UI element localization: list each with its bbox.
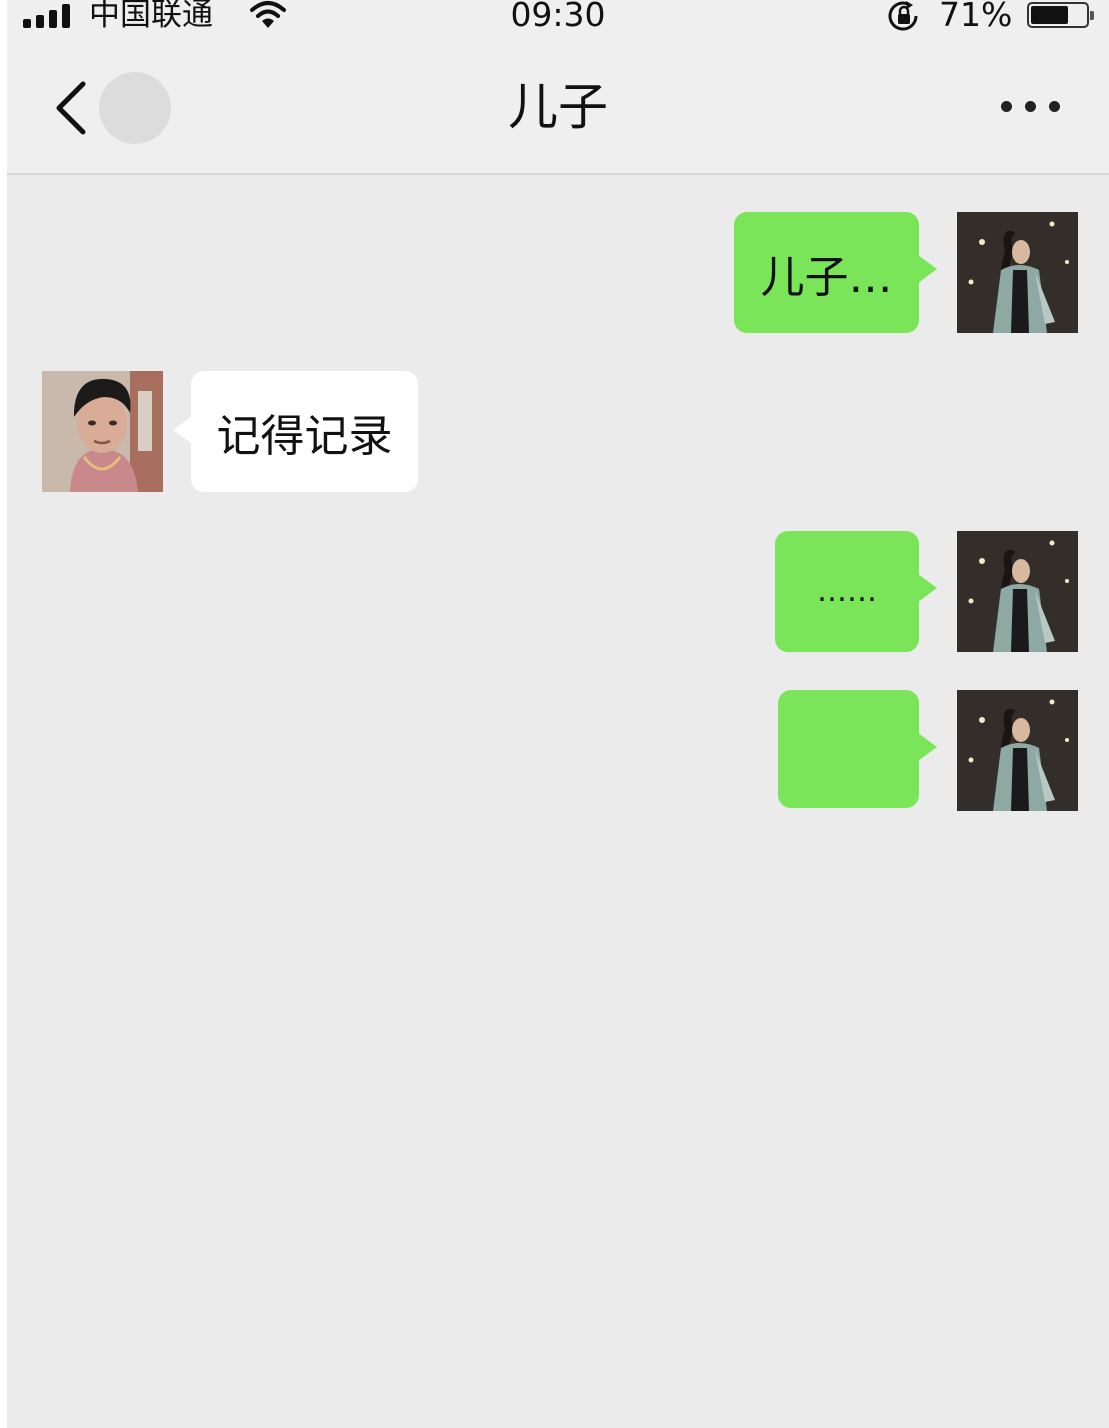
chat-screen: 中国联通 09:30 71% 儿子 儿子… 记得记录 ……: [7, 0, 1109, 1428]
message-text: ……: [817, 574, 877, 609]
my-avatar[interactable]: [957, 212, 1078, 333]
message-bubble-outgoing[interactable]: 儿子…: [734, 212, 937, 333]
chat-title: 儿子: [508, 78, 608, 136]
status-bar: 中国联通 09:30 71%: [7, 0, 1109, 34]
rotation-lock-icon: [888, 1, 918, 31]
message-bubble-outgoing[interactable]: [778, 690, 937, 808]
battery-icon: [1027, 2, 1094, 28]
my-avatar[interactable]: [957, 531, 1078, 652]
my-avatar[interactable]: [957, 690, 1078, 811]
chat-header: 儿子: [7, 34, 1109, 175]
message-bubble-outgoing[interactable]: ……: [775, 531, 937, 652]
battery-tip: [1090, 11, 1094, 20]
message-bubble-incoming[interactable]: 记得记录: [173, 371, 418, 492]
message-text: 记得记录: [216, 410, 393, 462]
battery-percentage: 71%: [939, 0, 1013, 34]
more-dots-icon[interactable]: [997, 92, 1069, 122]
message-text: 儿子…: [760, 251, 893, 303]
battery-level-fill: [1031, 6, 1069, 24]
contact-message-avatar[interactable]: [42, 371, 163, 492]
